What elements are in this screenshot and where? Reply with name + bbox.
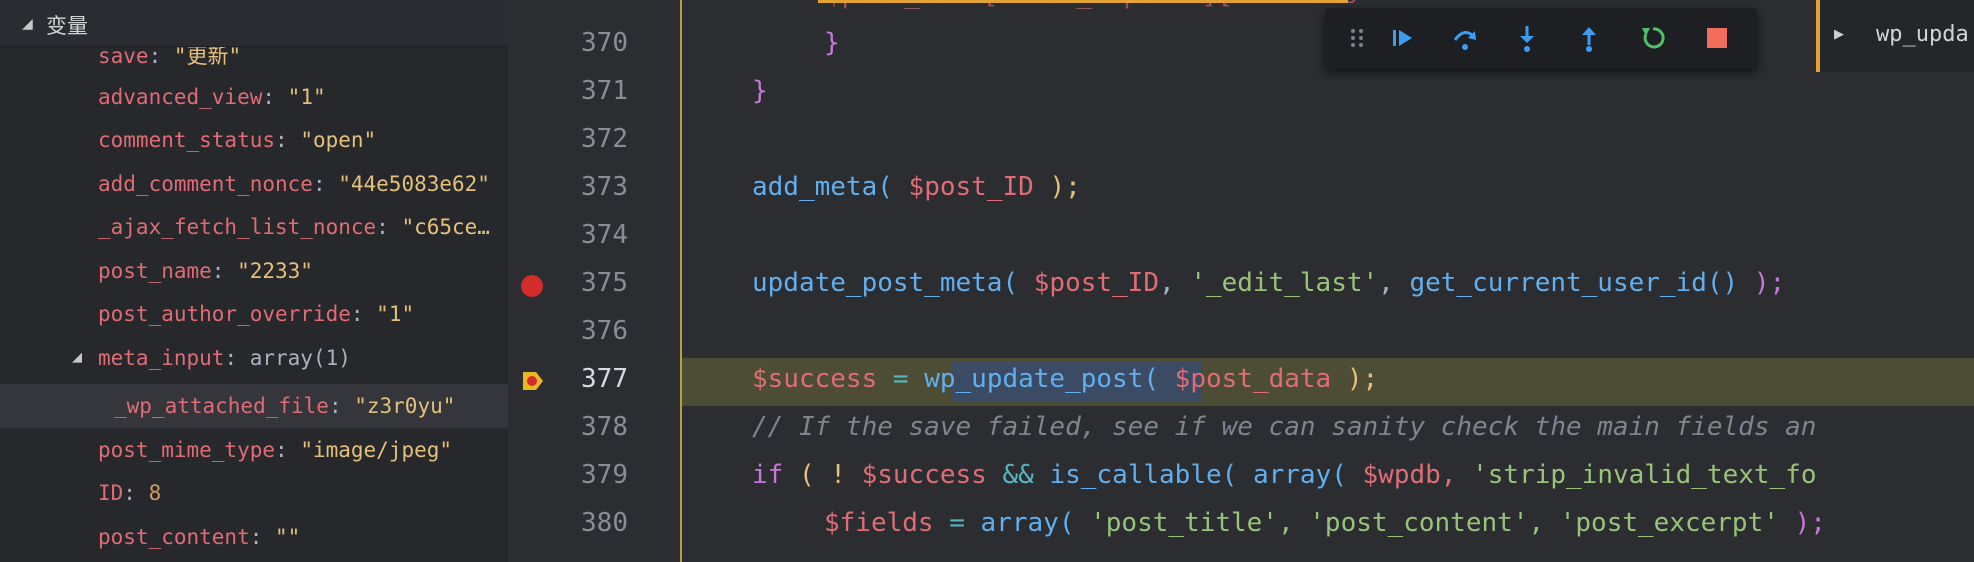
line-number: 374 (581, 220, 628, 250)
continue-icon (1393, 30, 1412, 46)
line-number: 378 (581, 412, 628, 442)
drag-handle-icon[interactable] (1341, 22, 1373, 54)
code-line-379: if ( ! $success && is_callable( array( $… (752, 460, 1817, 490)
variables-panel: save: "更新" ◢ 变量 advanced_view: "1" comme… (0, 0, 508, 562)
variables-panel-header[interactable]: ◢ 变量 (0, 0, 508, 47)
code-line-377: $success = wp_update_post( $post_data ); (752, 364, 1379, 394)
expand-triangle-icon[interactable]: ◢ (72, 336, 82, 380)
step-out-button[interactable] (1573, 22, 1605, 54)
line-number: 373 (581, 172, 628, 202)
line-number: 372 (581, 124, 628, 154)
editor-left-border (680, 0, 682, 562)
debug-toolbar (1325, 8, 1757, 68)
line-number: 375 (581, 268, 628, 298)
step-into-icon (1520, 26, 1534, 52)
current-breakpoint-icon[interactable] (521, 369, 545, 398)
variables-panel-title: 变量 (46, 14, 88, 38)
line-number: 376 (581, 316, 628, 346)
line-number: 370 (581, 28, 628, 58)
variable-row[interactable]: ID: 8 (0, 471, 508, 515)
step-out-icon (1582, 27, 1596, 52)
variable-row[interactable]: post_mime_type: "image/jpeg" (0, 428, 508, 472)
watch-expression: wp_upda (1876, 22, 1969, 47)
variable-row[interactable]: _ajax_fetch_list_nonce: "c65ce… (0, 205, 508, 249)
step-over-button[interactable] (1449, 22, 1481, 54)
line-number-current: 377 (581, 364, 628, 394)
step-into-button[interactable] (1511, 22, 1543, 54)
code-line-373: add_meta( $post_ID ); (752, 172, 1081, 202)
continue-button[interactable] (1387, 22, 1419, 54)
code-line-371: } (752, 76, 768, 106)
code-line-380: $fields = array( 'post_title', 'post_con… (824, 508, 1826, 538)
variable-row[interactable]: comment_status: "open" (0, 118, 508, 162)
line-number: 380 (581, 508, 628, 538)
collapse-triangle-icon[interactable]: ◢ (22, 15, 33, 32)
restart-button[interactable] (1637, 22, 1669, 54)
variable-row[interactable]: add_comment_nonce: "44e5083e62" (0, 162, 508, 206)
code-line-375: update_post_meta( $post_ID, '_edit_last'… (752, 268, 1786, 298)
variable-row[interactable]: post_author_override: "1" (0, 292, 508, 336)
variable-row-expandable[interactable]: ◢ meta_input: array(1) (0, 336, 508, 380)
expand-triangle-icon[interactable]: ▶ (1834, 26, 1844, 42)
breakpoint-icon[interactable] (521, 275, 543, 297)
code-line-370: } (824, 28, 840, 58)
variable-row[interactable]: post_content: "" (0, 515, 508, 559)
variable-row[interactable]: post_name: "2233" (0, 249, 508, 293)
watch-panel[interactable]: ▶ wp_upda (1816, 0, 1974, 72)
variable-row[interactable]: advanced_view: "1" (0, 75, 508, 119)
restart-icon (1642, 27, 1665, 49)
find-match-marker (818, 0, 1348, 3)
stop-button[interactable] (1701, 22, 1733, 54)
variable-row-selected[interactable]: _wp_attached_file: "z3r0yu" (0, 384, 508, 428)
stop-icon (1707, 28, 1727, 48)
code-line-378: // If the save failed, see if we can san… (752, 412, 1817, 442)
line-number: 371 (581, 76, 628, 106)
line-number: 379 (581, 460, 628, 490)
step-over-icon (1453, 31, 1477, 50)
